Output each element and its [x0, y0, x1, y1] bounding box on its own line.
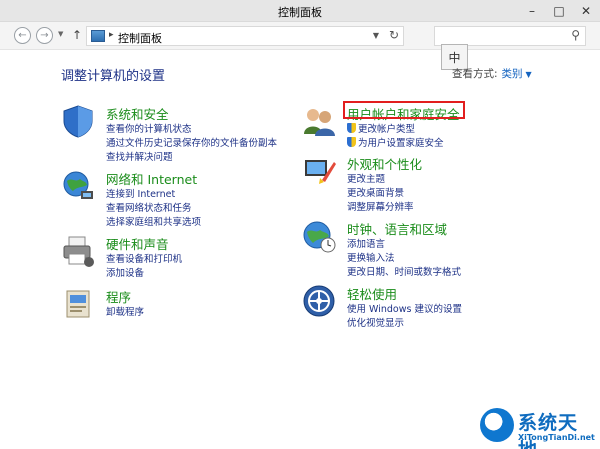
link-recommended-settings[interactable]: 使用 Windows 建议的设置	[347, 301, 462, 315]
link-change-theme[interactable]: 更改主题	[347, 171, 385, 185]
clock-globe-icon[interactable]	[302, 219, 336, 253]
link-label[interactable]: 更改帐户类型	[358, 124, 415, 135]
link-change-background[interactable]: 更改桌面背景	[347, 185, 404, 199]
link-date-time-format[interactable]: 更改日期、时间或数字格式	[347, 264, 461, 278]
view-by[interactable]: 查看方式: 类别 ▼	[452, 66, 532, 81]
category-network-internet: 网络和 Internet 连接到 Internet 查看网络状态和任务 选择家庭…	[61, 169, 291, 229]
shield-icon[interactable]	[61, 104, 95, 138]
chevron-down-icon[interactable]: ▼	[373, 31, 379, 40]
title-bar: 控制面板 – □ ✕	[0, 0, 600, 22]
link-add-device[interactable]: 添加设备	[106, 265, 144, 279]
address-field[interactable]: ▸ 控制面板 ▼ ↻	[86, 26, 404, 46]
chevron-down-icon[interactable]: ▼	[526, 70, 532, 79]
category-system-security: 系统和安全 查看你的计算机状态 通过文件历史记录保存你的文件备份副本 查找并解决…	[61, 104, 291, 164]
view-by-value[interactable]: 类别	[502, 68, 523, 80]
close-icon[interactable]: ✕	[573, 0, 599, 22]
window-title: 控制面板	[278, 6, 322, 19]
highlight-box	[343, 101, 465, 119]
uac-shield-icon	[347, 123, 356, 133]
watermark-text: 系统天地	[518, 412, 579, 449]
ease-of-access-icon[interactable]	[302, 284, 336, 318]
control-panel-icon	[91, 30, 105, 42]
link-file-history[interactable]: 通过文件历史记录保存你的文件备份副本	[106, 135, 277, 149]
up-arrow-icon[interactable]: ↑	[72, 28, 82, 42]
category-hardware-sound: 硬件和声音 查看设备和打印机 添加设备	[61, 234, 291, 279]
link-label[interactable]: 为用户设置家庭安全	[358, 138, 444, 149]
link-uninstall-program[interactable]: 卸载程序	[106, 304, 144, 318]
network-globe-icon[interactable]	[61, 169, 95, 203]
maximize-icon[interactable]: □	[546, 0, 572, 22]
link-homegroup[interactable]: 选择家庭组和共享选项	[106, 214, 201, 228]
search-input[interactable]: ⚲	[434, 26, 586, 46]
watermark-url: XiTongTianDi.net	[518, 433, 595, 442]
uac-shield-icon	[347, 137, 356, 147]
forward-button[interactable]: →	[36, 27, 53, 44]
link-change-input-method[interactable]: 更换输入法	[347, 250, 395, 264]
link-family-safety[interactable]: 为用户设置家庭安全	[347, 135, 444, 149]
page-title: 调整计算机的设置	[61, 69, 166, 84]
link-connect-internet[interactable]: 连接到 Internet	[106, 186, 175, 200]
category-appearance: 外观和个性化 更改主题 更改桌面背景 调整屏幕分辨率	[302, 154, 532, 214]
chevron-right-icon[interactable]: ▸	[109, 30, 114, 40]
view-by-label: 查看方式:	[452, 68, 498, 80]
appearance-icon[interactable]	[302, 154, 336, 188]
search-icon[interactable]: ⚲	[571, 28, 580, 42]
link-troubleshoot[interactable]: 查找并解决问题	[106, 149, 173, 163]
printer-icon[interactable]	[61, 234, 95, 268]
refresh-icon[interactable]: ↻	[389, 28, 399, 42]
site-logo-icon	[480, 408, 514, 442]
programs-icon[interactable]	[61, 287, 95, 321]
link-network-status[interactable]: 查看网络状态和任务	[106, 200, 192, 214]
link-optimize-visual[interactable]: 优化视觉显示	[347, 315, 404, 329]
link-view-computer-status[interactable]: 查看你的计算机状态	[106, 121, 192, 135]
link-change-account-type[interactable]: 更改帐户类型	[347, 121, 415, 135]
minimize-icon[interactable]: –	[519, 0, 545, 22]
breadcrumb-control-panel[interactable]: 控制面板	[118, 30, 162, 46]
link-screen-resolution[interactable]: 调整屏幕分辨率	[347, 199, 414, 213]
users-icon[interactable]	[302, 104, 336, 138]
category-clock-language-region: 时钟、语言和区域 添加语言 更换输入法 更改日期、时间或数字格式	[302, 219, 562, 279]
category-ease-of-access: 轻松使用 使用 Windows 建议的设置 优化视觉显示	[302, 284, 562, 329]
link-add-language[interactable]: 添加语言	[347, 236, 385, 250]
link-devices-printers[interactable]: 查看设备和打印机	[106, 251, 182, 265]
site-watermark: 系统天地 XiTongTianDi.net	[480, 408, 596, 449]
navigation-bar: ← → ▼ ↑ ▸ 控制面板 ▼ ↻ ⚲	[0, 22, 600, 50]
back-button[interactable]: ←	[14, 27, 31, 44]
history-dropdown-icon[interactable]: ▼	[58, 30, 63, 38]
category-programs: 程序 卸载程序	[61, 287, 291, 327]
